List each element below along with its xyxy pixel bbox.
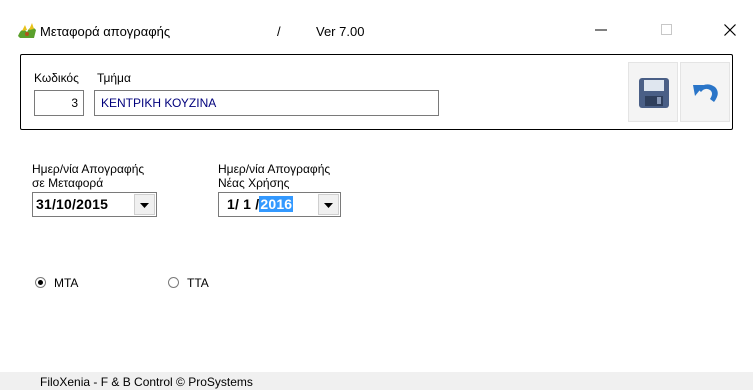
new-date-label-line1: Ημερ/νία Απογραφής [218, 162, 331, 176]
maximize-button[interactable] [644, 14, 690, 46]
dept-label: Τμήμα [97, 71, 131, 85]
close-button[interactable] [707, 14, 753, 46]
transfer-date-picker[interactable]: 31/10/2015 [32, 192, 157, 217]
transfer-date-value: 31/10/2015 [36, 196, 109, 212]
minimize-button[interactable] [578, 14, 624, 46]
chevron-down-icon [140, 203, 149, 208]
title-separator: / [277, 24, 281, 39]
mta-radio[interactable] [35, 277, 46, 288]
undo-icon [693, 84, 718, 102]
new-date-label-line2: Νέας Χρήσης [218, 176, 290, 190]
save-icon [639, 78, 669, 108]
app-icon [18, 23, 36, 38]
new-date-day-month: 1/ 1 / [227, 196, 260, 212]
transfer-date-label-line1: Ημερ/νία Απογραφής [32, 162, 145, 176]
undo-button[interactable] [680, 62, 730, 122]
transfer-date-label-line2: σε Μεταφορά [32, 176, 104, 190]
window-title: Μεταφορά απογραφής [40, 24, 171, 39]
new-date-dropdown-button[interactable] [318, 194, 339, 215]
save-button[interactable] [628, 62, 678, 122]
tta-label[interactable]: ΤΤΑ [187, 276, 209, 290]
status-bar: FiloXenia - F & B Control © ProSystems [0, 372, 753, 390]
status-text: FiloXenia - F & B Control © ProSystems [40, 375, 253, 389]
code-field[interactable]: 3 [34, 90, 84, 116]
dept-field[interactable]: ΚΕΝΤΡΙΚΗ ΚΟΥΖΙΝΑ [94, 90, 439, 116]
title-bar: Μεταφορά απογραφής / Ver 7.00 [0, 0, 753, 46]
version-label: Ver 7.00 [316, 24, 365, 39]
close-icon [724, 24, 736, 36]
tta-radio[interactable] [168, 277, 179, 288]
transfer-date-dropdown-button[interactable] [134, 194, 155, 215]
mta-label[interactable]: ΜΤΑ [54, 276, 78, 290]
new-date-value: 1/ 1 /2016 [227, 193, 294, 216]
chevron-down-icon [324, 203, 333, 208]
minimize-icon [595, 29, 607, 31]
new-date-year[interactable]: 2016 [259, 196, 294, 212]
code-label: Κωδικός [34, 71, 79, 85]
new-date-picker[interactable]: 1/ 1 /2016 [218, 192, 341, 217]
maximize-icon [661, 24, 672, 35]
